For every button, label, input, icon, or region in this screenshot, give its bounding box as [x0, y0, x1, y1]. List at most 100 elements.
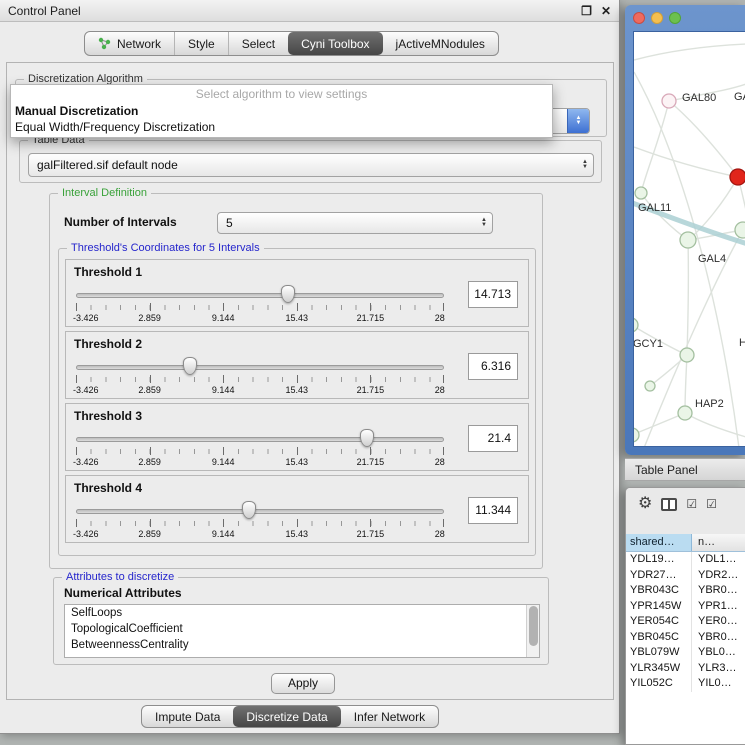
- slider-thumb[interactable]: [183, 357, 197, 375]
- window-restore-icon[interactable]: ❐: [581, 4, 592, 18]
- scale-tick-label: 9.144: [212, 385, 235, 395]
- attribute-item[interactable]: BetweennessCentrality: [65, 637, 539, 653]
- slider-track[interactable]: [76, 437, 444, 442]
- network-node[interactable]: [735, 222, 745, 238]
- cell-shared-name[interactable]: YDR27…: [626, 568, 692, 584]
- network-node[interactable]: [678, 406, 692, 420]
- cell-shared-name[interactable]: YDL19…: [626, 552, 692, 568]
- network-node[interactable]: [645, 381, 655, 391]
- network-node[interactable]: [634, 318, 638, 332]
- columns-icon[interactable]: [661, 498, 677, 511]
- dropdown-placeholder[interactable]: Select algorithm to view settings: [11, 87, 552, 103]
- scrollbar-thumb[interactable]: [529, 606, 538, 646]
- cell-name[interactable]: YDL1…: [692, 552, 745, 568]
- dropdown-option-equal-width-frequency[interactable]: Equal Width/Frequency Discretization: [11, 119, 552, 135]
- cell-name[interactable]: YER0…: [692, 614, 745, 630]
- tab-cyni-toolbox[interactable]: Cyni Toolbox: [288, 32, 382, 55]
- table-row[interactable]: YBR045CYBR0…: [626, 630, 745, 646]
- minimize-traffic-icon[interactable]: [651, 12, 663, 24]
- window-close-icon[interactable]: ✕: [601, 4, 611, 18]
- threshold-slider[interactable]: -3.4262.8599.14415.4321.71528: [76, 284, 444, 326]
- number-of-intervals-combobox[interactable]: 5 ▲ ▼: [217, 212, 493, 234]
- column-header-name[interactable]: n…: [692, 534, 745, 551]
- cell-shared-name[interactable]: YPR145W: [626, 599, 692, 615]
- cell-shared-name[interactable]: YBR045C: [626, 630, 692, 646]
- threshold-slider[interactable]: -3.4262.8599.14415.4321.71528: [76, 428, 444, 470]
- table-row[interactable]: YDR27…YDR2…: [626, 568, 745, 584]
- cell-name[interactable]: YLR3…: [692, 661, 745, 677]
- close-traffic-icon[interactable]: [633, 12, 645, 24]
- slider-thumb[interactable]: [360, 429, 374, 447]
- cell-shared-name[interactable]: YLR345W: [626, 661, 692, 677]
- tab-style[interactable]: Style: [174, 32, 228, 55]
- network-canvas[interactable]: GAL80 GA GAL11 GAL4 GCY1 H HAP2: [633, 31, 745, 447]
- tab-jactivemnodules[interactable]: jActiveMNodules: [383, 32, 498, 55]
- tab-select[interactable]: Select: [228, 32, 288, 55]
- cell-shared-name[interactable]: YBR043C: [626, 583, 692, 599]
- select-all-checkbox-icon[interactable]: ☑: [686, 497, 697, 511]
- tab-label: Discretize Data: [246, 710, 327, 724]
- tab-label: Style: [188, 37, 215, 51]
- combobox-arrows-icon[interactable]: ▲ ▼: [582, 160, 588, 170]
- table-row[interactable]: YDL19…YDL1…: [626, 552, 745, 568]
- slider-thumb[interactable]: [242, 501, 256, 519]
- network-node[interactable]: [680, 232, 696, 248]
- scale-tick-label: 28: [435, 385, 445, 395]
- cell-name[interactable]: YBR0…: [692, 630, 745, 646]
- threshold-panel: Threshold 1 -3.4262.8599.14415.4321.7152…: [65, 259, 529, 327]
- cell-name[interactable]: YPR1…: [692, 599, 745, 615]
- scale-tick-label: -3.426: [73, 385, 99, 395]
- attribute-item[interactable]: SelfLoops: [65, 605, 539, 621]
- threshold-value-field[interactable]: 21.4: [468, 425, 518, 452]
- tab-infer-network[interactable]: Infer Network: [341, 706, 438, 727]
- threshold-slider[interactable]: -3.4262.8599.14415.4321.71528: [76, 500, 444, 542]
- table-row[interactable]: YER054CYER0…: [626, 614, 745, 630]
- combobox-arrows-icon[interactable]: ▲ ▼: [567, 109, 589, 133]
- group-label: Attributes to discretize: [62, 571, 178, 583]
- threshold-value-field[interactable]: 6.316: [468, 353, 518, 380]
- threshold-slider[interactable]: -3.4262.8599.14415.4321.71528: [76, 356, 444, 398]
- cell-name[interactable]: YDR2…: [692, 568, 745, 584]
- table-row[interactable]: YBR043CYBR0…: [626, 583, 745, 599]
- column-header-shared-name[interactable]: shared…: [626, 534, 692, 551]
- slider-major-ticks: [76, 375, 444, 383]
- select-checkbox-icon[interactable]: ☑: [706, 497, 717, 511]
- cell-shared-name[interactable]: YBL079W: [626, 645, 692, 661]
- cell-name[interactable]: YBR0…: [692, 583, 745, 599]
- tab-impute-data[interactable]: Impute Data: [142, 706, 233, 727]
- scale-tick-label: 2.859: [138, 313, 161, 323]
- table-row[interactable]: YPR145WYPR1…: [626, 599, 745, 615]
- zoom-traffic-icon[interactable]: [669, 12, 681, 24]
- cell-name[interactable]: YIL0…: [692, 676, 745, 692]
- thresholds-group: Threshold's Coordinates for 5 Intervals …: [58, 248, 536, 556]
- network-node[interactable]: [680, 348, 694, 362]
- table-row[interactable]: YIL052CYIL0…: [626, 676, 745, 692]
- apply-button[interactable]: Apply: [271, 673, 335, 694]
- dropdown-option-manual-discretization[interactable]: Manual Discretization: [11, 103, 552, 119]
- network-node-highlighted[interactable]: [730, 169, 745, 185]
- slider-thumb[interactable]: [281, 285, 295, 303]
- cell-shared-name[interactable]: YER054C: [626, 614, 692, 630]
- slider-track[interactable]: [76, 509, 444, 514]
- cell-shared-name[interactable]: YIL052C: [626, 676, 692, 692]
- attributes-scrollbar[interactable]: [526, 605, 539, 657]
- settings-gear-icon[interactable]: ⚙: [638, 496, 652, 512]
- network-node[interactable]: [634, 428, 639, 442]
- threshold-value-field[interactable]: 14.713: [468, 281, 518, 308]
- slider-track[interactable]: [76, 293, 444, 298]
- slider-track[interactable]: [76, 365, 444, 370]
- network-node[interactable]: [635, 187, 647, 199]
- attributes-listbox[interactable]: SelfLoopsTopologicalCoefficientBetweenne…: [64, 604, 540, 658]
- tab-network[interactable]: Network: [85, 32, 174, 55]
- table-data-combobox[interactable]: galFiltered.sif default node ▲ ▼: [28, 153, 594, 177]
- network-node[interactable]: [662, 94, 676, 108]
- scale-tick-label: 9.144: [212, 457, 235, 467]
- combobox-arrows-icon[interactable]: ▲ ▼: [481, 218, 487, 228]
- table-row[interactable]: YLR345WYLR3…: [626, 661, 745, 677]
- cell-name[interactable]: YBL0…: [692, 645, 745, 661]
- table-row[interactable]: YBL079WYBL0…: [626, 645, 745, 661]
- tab-discretize-data[interactable]: Discretize Data: [233, 706, 340, 727]
- threshold-value-field[interactable]: 11.344: [468, 497, 518, 524]
- attribute-item[interactable]: TopologicalCoefficient: [65, 621, 539, 637]
- top-tabstrip: Network Style Select Cyni Toolbox jActiv…: [84, 31, 499, 56]
